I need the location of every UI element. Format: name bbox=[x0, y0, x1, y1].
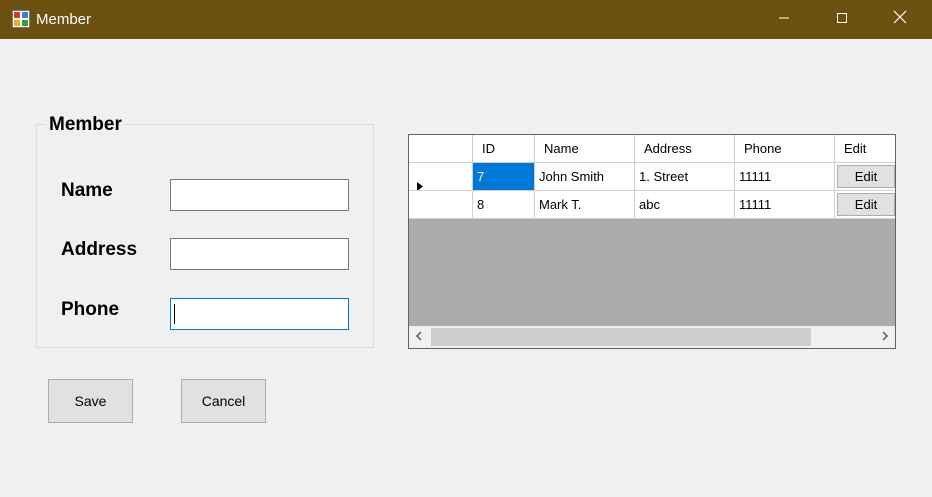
cell-name[interactable]: John Smith bbox=[535, 163, 635, 191]
table-row[interactable]: 7 John Smith 1. Street 11111 Edit bbox=[409, 163, 895, 191]
row-header[interactable] bbox=[409, 191, 473, 219]
scroll-right-arrow-icon bbox=[881, 328, 889, 346]
cell-address[interactable]: abc bbox=[635, 191, 735, 219]
edit-button[interactable]: Edit bbox=[837, 193, 895, 216]
members-grid[interactable]: ID Name Address Phone Edit 7 John Smith … bbox=[408, 134, 896, 349]
text-caret bbox=[174, 304, 175, 324]
app-form-icon bbox=[12, 10, 30, 28]
maximize-button[interactable] bbox=[813, 0, 871, 39]
address-field[interactable] bbox=[170, 238, 349, 270]
table-row[interactable]: 8 Mark T. abc 11111 Edit bbox=[409, 191, 895, 219]
cell-id[interactable]: 7 bbox=[473, 163, 535, 191]
save-button[interactable]: Save bbox=[48, 379, 133, 423]
row-header[interactable] bbox=[409, 163, 473, 191]
close-icon bbox=[893, 10, 907, 29]
minimize-icon bbox=[778, 11, 790, 29]
column-header-id[interactable]: ID bbox=[473, 135, 535, 163]
name-field[interactable] bbox=[170, 179, 349, 211]
grid-header-row: ID Name Address Phone Edit bbox=[409, 135, 895, 163]
horizontal-scrollbar[interactable] bbox=[409, 326, 895, 348]
phone-field[interactable] bbox=[170, 298, 349, 330]
address-label: Address bbox=[61, 239, 138, 260]
scroll-right-button[interactable] bbox=[875, 326, 895, 348]
column-header-phone[interactable]: Phone bbox=[735, 135, 835, 163]
cancel-button[interactable]: Cancel bbox=[181, 379, 266, 423]
edit-button[interactable]: Edit bbox=[837, 165, 895, 188]
cell-address[interactable]: 1. Street bbox=[635, 163, 735, 191]
row-header-corner[interactable] bbox=[409, 135, 473, 163]
row-indicator-arrow-icon bbox=[417, 173, 423, 190]
member-group-title: Member bbox=[46, 114, 125, 136]
name-label: Name bbox=[61, 180, 113, 201]
scroll-left-arrow-icon bbox=[415, 328, 423, 346]
column-header-name[interactable]: Name bbox=[535, 135, 635, 163]
close-button[interactable] bbox=[871, 0, 929, 39]
maximize-icon bbox=[836, 11, 848, 29]
cell-id[interactable]: 8 bbox=[473, 191, 535, 219]
cell-name[interactable]: Mark T. bbox=[535, 191, 635, 219]
column-header-address[interactable]: Address bbox=[635, 135, 735, 163]
scroll-left-button[interactable] bbox=[409, 326, 429, 348]
cell-phone[interactable]: 11111 bbox=[735, 191, 835, 219]
phone-label: Phone bbox=[61, 299, 120, 320]
title-bar: Member bbox=[0, 0, 932, 39]
cell-phone[interactable]: 11111 bbox=[735, 163, 835, 191]
column-header-edit[interactable]: Edit bbox=[835, 135, 895, 163]
window-title: Member bbox=[36, 11, 92, 28]
minimize-button[interactable] bbox=[755, 0, 813, 39]
scrollbar-thumb[interactable] bbox=[431, 328, 811, 346]
